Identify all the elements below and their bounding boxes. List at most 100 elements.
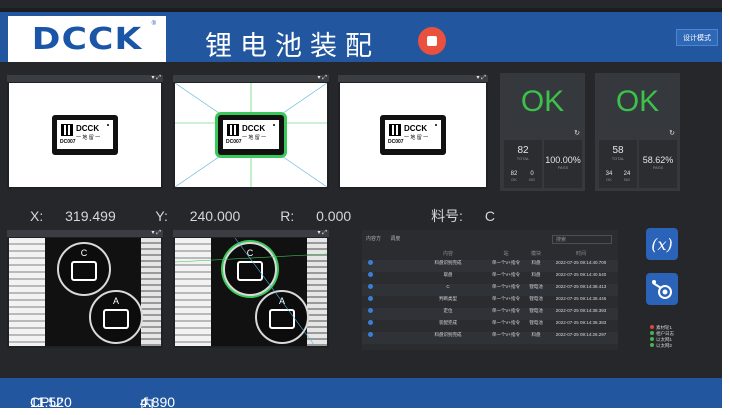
label-sub: 一 地 留 一 <box>76 135 101 141</box>
label-brand: DCCK <box>76 124 100 133</box>
battery-label: DCCK 一 地 留 一 DC007 <box>380 115 446 155</box>
log-search-input[interactable]: 搜索 <box>552 235 612 244</box>
header-module: 模块 <box>530 251 541 257</box>
battery-slot-c: C <box>57 242 111 296</box>
page-title: 锂电池装配 <box>205 31 380 62</box>
total-label: TOTAL <box>516 156 530 161</box>
battery-slot-a: A <box>89 290 143 344</box>
pass-label: PASS <box>557 165 569 170</box>
pass-box: 100.00% PASS <box>544 140 582 188</box>
label-brand: DCCK <box>404 124 428 133</box>
qr-code-icon <box>227 124 239 136</box>
status-bar: CPU: 11.520 内存: 4.890 <box>0 378 722 412</box>
expand-icon[interactable]: ▾ ⤢ <box>477 74 486 82</box>
app-window: DCCK ® 锂电池装配 设计模式 ▾ ⤢ DCCK 一 地 留 一 DC007… <box>0 0 730 415</box>
camera-toolbar: ▾ ⤢ <box>173 230 329 237</box>
screen-margin-right <box>722 0 730 415</box>
battery-label: DCCK 一 地 留 一 DC007 <box>52 115 118 155</box>
info-icon <box>368 260 373 265</box>
table-row[interactable]: 取盘 单一个V+指令 料盘 2022-07-25 09:14:40.540 <box>362 272 618 284</box>
total-value: 58 <box>612 145 624 156</box>
ok-count: 82 OK <box>510 171 518 182</box>
table-row[interactable]: 装配完成 单一个V+指令 锂电池 2022-07-25 09:14:38.383 <box>362 320 618 332</box>
ok-count: 34 OK <box>605 171 613 182</box>
pass-rate: 100.00% <box>545 155 581 165</box>
refresh-icon[interactable]: ↻ <box>574 129 580 137</box>
camera-view-3[interactable]: ▾ ⤢ DCCK 一 地 留 一 DC007 <box>338 75 488 189</box>
log-rows: 料盘识别完成 单一个V+指令 料盘 2022-07-25 09:14:40.700 取… <box>362 260 618 348</box>
expand-icon[interactable]: ▾ ⤢ <box>318 74 327 82</box>
design-mode-button[interactable]: 设计模式 <box>676 29 718 46</box>
pass-label: PASS <box>652 165 664 170</box>
log-tabs: 内容方 调度 <box>366 235 408 242</box>
expand-icon[interactable]: ▾ ⤢ <box>318 229 327 237</box>
qr-code-icon <box>389 124 401 136</box>
refresh-icon[interactable]: ↻ <box>669 129 675 137</box>
camera-image: DCCK 一 地 留 一 DC007 <box>175 83 327 187</box>
camera-image: C A <box>175 238 327 346</box>
total-value: 82 <box>517 145 529 156</box>
label-code: DC007 <box>60 139 76 145</box>
camera-view-2[interactable]: ▾ ⤢ DCCK 一 地 留 一 DC007 <box>173 75 329 189</box>
info-icon <box>368 320 373 325</box>
total-box: 82 TOTAL 82 OK 0 NG <box>504 140 542 188</box>
info-icon <box>368 332 373 337</box>
header-time: 时间 <box>575 251 586 257</box>
label-sub: 一 地 留 一 <box>404 135 429 141</box>
camera-image: DCCK 一 地 留 一 DC007 <box>340 83 486 187</box>
detection-overlay <box>175 238 327 346</box>
camera-view-1[interactable]: ▾ ⤢ DCCK 一 地 留 一 DC007 <box>7 75 163 189</box>
ng-count: 0 NG <box>529 171 535 182</box>
r-label: R: <box>280 208 295 224</box>
table-row[interactable]: 判断类型 单一个V+指令 锂电池 2022-07-25 09:14:38.446 <box>362 296 618 308</box>
header-content: 内容 <box>442 251 453 257</box>
r-value: 0.000 <box>316 208 352 224</box>
tab-dispatch[interactable]: 调度 <box>390 236 400 242</box>
label-code: DC007 <box>388 139 404 145</box>
label-code: DC007 <box>226 139 242 145</box>
log-header: 内容 站 模块 时间 <box>362 250 618 258</box>
log-panel: 内容方 调度 搜索 内容 站 模块 时间 料盘识别完成 单一个V+指令 料盘 2022… <box>362 230 618 350</box>
result-card-1: OK ↻ 82 TOTAL 82 OK 0 NG 100.00% PASS <box>500 73 585 191</box>
info-icon <box>368 296 373 301</box>
result-status: OK <box>615 85 660 118</box>
material-label: 料号: <box>431 208 463 224</box>
result-card-2: OK ↻ 58 TOTAL 34 OK 24 NG 58.62% PASS <box>595 73 680 191</box>
pass-box: 58.62% PASS <box>639 140 677 188</box>
status-legend: 素材轮1 相户日志 以太网1 以太网2 <box>650 325 674 349</box>
tray-edge <box>9 238 45 346</box>
table-row[interactable]: 料盘识别完成 单一个V+指令 料盘 2022-07-25 09:14:40.700 <box>362 260 618 272</box>
battery-label: DCCK 一 地 留 一 DC007 <box>218 115 284 155</box>
camera-settings-button[interactable] <box>646 273 678 305</box>
total-box: 58 TOTAL 34 OK 24 NG <box>599 140 637 188</box>
table-row[interactable]: 料盘识别完成 单一个V+指令 料盘 2022-07-25 09:14:26.297 <box>362 332 618 344</box>
variable-button[interactable]: (x) <box>646 228 678 260</box>
label-hole <box>434 123 438 127</box>
label-sub: 一 地 留 一 <box>242 135 267 141</box>
info-icon <box>368 272 373 277</box>
camera-icon <box>652 280 672 299</box>
tab-content[interactable]: 内容方 <box>366 236 381 242</box>
stop-button[interactable] <box>418 27 446 55</box>
camera-toolbar: ▾ ⤢ <box>7 230 163 237</box>
table-row[interactable]: 定位 单一个V+指令 锂电池 2022-07-25 09:14:38.393 <box>362 308 618 320</box>
legend-item: 以太网2 <box>650 343 674 349</box>
camera-image: C A <box>9 238 161 346</box>
info-icon <box>368 308 373 313</box>
table-row[interactable]: C 单一个V+指令 锂电池 2022-07-25 09:14:38.413 <box>362 284 618 296</box>
header-bar: DCCK ® 锂电池装配 设计模式 <box>0 12 722 62</box>
camera-view-4[interactable]: ▾ ⤢ C A <box>7 230 163 348</box>
expand-icon[interactable]: ▾ ⤢ <box>152 74 161 82</box>
logo-text: DCCK <box>31 21 143 57</box>
info-icon <box>368 284 373 289</box>
y-value: 240.000 <box>189 208 241 224</box>
tray-edge-right <box>141 238 161 346</box>
variable-icon: (x) <box>651 234 673 254</box>
camera-view-5[interactable]: ▾ ⤢ C A <box>173 230 329 348</box>
camera-toolbar: ▾ ⤢ <box>338 75 488 82</box>
logo: DCCK ® <box>8 16 166 62</box>
header-station: 站 <box>503 251 509 257</box>
expand-icon[interactable]: ▾ ⤢ <box>152 229 161 237</box>
screen-margin-bottom <box>0 408 730 415</box>
stop-icon <box>427 36 437 46</box>
